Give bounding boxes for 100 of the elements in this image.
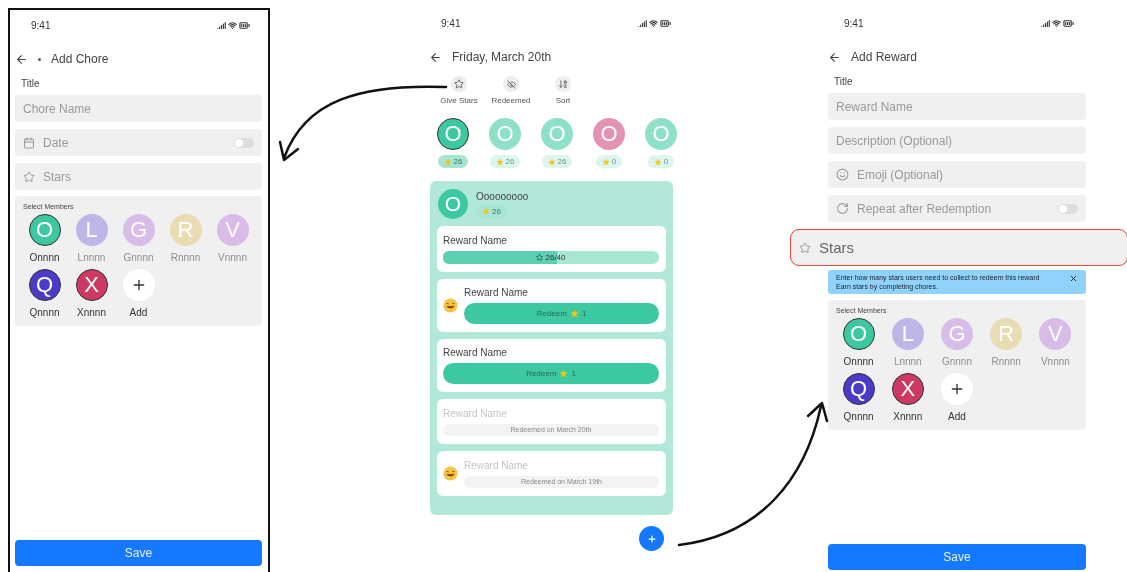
star-outline-icon: [536, 253, 544, 261]
status-time: 9:41: [844, 17, 864, 29]
eye-off-icon: [506, 79, 516, 89]
member-name: Xnnnn: [893, 411, 923, 422]
star-icon: [495, 157, 504, 166]
star-count-badge: 0: [595, 155, 623, 168]
reward-name: Reward Name: [464, 287, 529, 298]
highlighted-input-field[interactable]: Stars: [790, 229, 1127, 266]
member-name: Onnnn: [29, 252, 60, 263]
save-button[interactable]: Save: [15, 540, 262, 566]
member-name: Onnnn: [843, 356, 874, 367]
repeat-icon: [836, 202, 849, 215]
member-name: Rnnnn: [991, 356, 1021, 367]
add-member-button[interactable]: [941, 373, 973, 405]
plus-icon: [949, 381, 965, 397]
member-avatar[interactable]: L: [75, 214, 108, 246]
member-avatar[interactable]: R: [169, 214, 202, 246]
signal-icon: [638, 18, 647, 28]
member-name: Lnnnn: [77, 252, 106, 263]
member-avatar[interactable]: O: [489, 118, 521, 150]
field-label: Title: [834, 76, 854, 87]
field-label: Title: [21, 78, 41, 89]
member-avatar[interactable]: R: [990, 318, 1023, 350]
battery-icon: [239, 19, 250, 31]
reward-name: Reward Name: [464, 459, 529, 471]
input-field[interactable]: Reward Name: [828, 93, 1086, 120]
laughing-face-icon: [443, 298, 458, 313]
star-icon: [653, 157, 662, 166]
member-name: Gnnnn: [123, 252, 154, 263]
input-field[interactable]: Description (Optional): [828, 127, 1086, 154]
member-name: Lnnnn: [893, 356, 922, 367]
member-name: Qnnnn: [843, 411, 874, 422]
add-member-button[interactable]: [122, 269, 155, 301]
signal-icon: [217, 20, 226, 30]
calendar-icon: [23, 136, 35, 149]
wifi-icon: [1052, 18, 1061, 28]
member-avatar[interactable]: O: [645, 118, 677, 150]
star-count-badge: 0: [647, 155, 675, 168]
star-icon: [547, 157, 556, 166]
input-field[interactable]: Chore Name: [15, 95, 262, 122]
member-avatar[interactable]: O: [541, 118, 573, 150]
member-avatar[interactable]: V: [1039, 318, 1072, 350]
member-avatar[interactable]: Q: [28, 269, 61, 301]
plus-icon: [646, 533, 657, 544]
member-avatar[interactable]: O: [593, 118, 625, 150]
star-outline-icon: [454, 79, 464, 89]
input-field[interactable]: Emoji (Optional): [828, 161, 1086, 188]
bullet-dot-icon: [38, 57, 41, 61]
battery-icon: [660, 17, 671, 29]
signal-icon: [1041, 18, 1050, 28]
back-icon[interactable]: [429, 50, 442, 64]
member-name: Ooooooooo: [476, 190, 529, 202]
member-avatar[interactable]: G: [122, 214, 155, 246]
wifi-icon: [228, 20, 237, 30]
add-label: Add: [948, 411, 966, 422]
status-time: 9:41: [31, 19, 51, 31]
screen-title: Add Chore: [51, 52, 109, 66]
input-field[interactable]: Date: [15, 129, 262, 156]
member-name: Qnnnn: [29, 307, 60, 318]
back-icon[interactable]: [15, 52, 28, 66]
toolbar-button[interactable]: Give Stars: [437, 76, 481, 105]
member-avatar[interactable]: Q: [842, 373, 875, 405]
screen-title: Add Reward: [851, 50, 918, 64]
reward-name: Reward Name: [443, 407, 508, 419]
reward-name: Reward Name: [443, 234, 508, 246]
member-avatar[interactable]: X: [75, 269, 108, 301]
member-avatar[interactable]: O: [28, 214, 61, 246]
member-avatar[interactable]: V: [216, 214, 249, 246]
toggle-switch[interactable]: [1058, 203, 1078, 214]
close-icon[interactable]: [1069, 274, 1078, 283]
add-button[interactable]: [639, 526, 664, 551]
member-avatar[interactable]: X: [891, 373, 924, 405]
progress-reading: 26/40: [545, 252, 566, 262]
star-icon: [601, 157, 610, 166]
member-name: Rnnnn: [170, 252, 201, 263]
star-count-badge: 26: [489, 155, 521, 168]
redeem-button[interactable]: Redeem 1: [443, 363, 659, 384]
member-avatar[interactable]: O: [437, 118, 469, 150]
redeem-button[interactable]: Redeem 1: [464, 303, 659, 324]
member-name: Vnnnn: [1040, 356, 1070, 367]
toolbar-button[interactable]: Sort: [541, 76, 585, 105]
save-button[interactable]: Save: [828, 544, 1086, 570]
member-avatar[interactable]: O: [842, 318, 875, 350]
screen-title: Friday, March 20th: [452, 50, 552, 64]
member-avatar[interactable]: G: [941, 318, 973, 350]
laughing-face-icon: [443, 466, 458, 481]
sort-icon: [558, 79, 568, 89]
input-field[interactable]: Stars: [15, 163, 262, 190]
input-field[interactable]: Repeat after Redemption: [828, 195, 1086, 222]
status-time: 9:41: [441, 17, 461, 29]
back-icon[interactable]: [828, 50, 841, 64]
member-name: Vnnnn: [218, 252, 247, 263]
wifi-icon: [649, 18, 658, 28]
star-outline-icon: [23, 170, 35, 183]
toggle-switch[interactable]: [234, 137, 254, 148]
member-avatar: O: [438, 189, 468, 219]
star-count-badge: 26: [476, 204, 507, 218]
toolbar-button[interactable]: Redeemed: [489, 76, 533, 105]
member-avatar[interactable]: L: [891, 318, 924, 350]
star-icon: [559, 369, 569, 378]
